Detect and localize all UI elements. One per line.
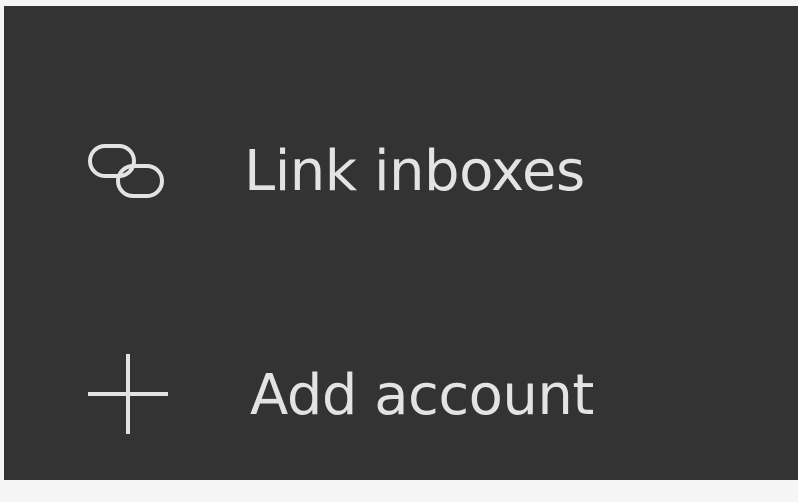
- navigation-menu-panel: Link inboxes Add account: [4, 6, 798, 480]
- link-icon: [88, 144, 164, 198]
- add-account-button[interactable]: Add account: [4, 336, 798, 446]
- link-inboxes-button[interactable]: Link inboxes: [4, 116, 798, 226]
- add-account-label: Add account: [250, 363, 594, 428]
- plus-icon: [88, 354, 168, 434]
- link-inboxes-label: Link inboxes: [244, 139, 585, 204]
